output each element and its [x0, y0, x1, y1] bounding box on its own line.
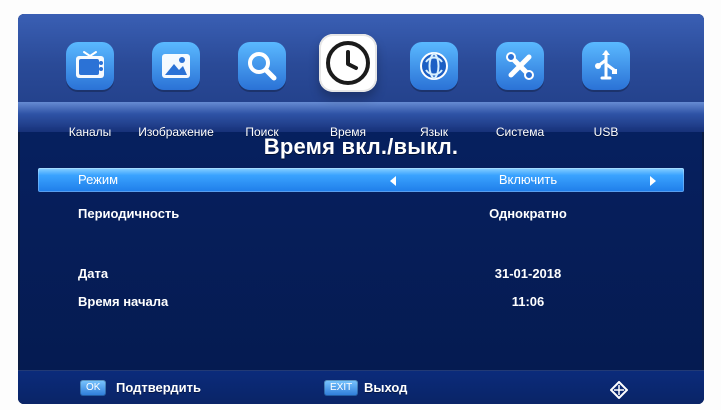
tv-screen: Каналы Изображение Поиск Время Язык Сист…	[18, 14, 704, 404]
main-menu-tabs: Каналы Изображение Поиск Время Язык Сист…	[46, 32, 686, 139]
settings-list: Режим Включить Периодичность Однократно …	[38, 168, 684, 358]
setting-row-mode[interactable]: Режим Включить	[38, 168, 684, 192]
setting-row-start-time[interactable]: Время начала 11:06	[38, 290, 684, 314]
image-icon	[152, 42, 200, 90]
page-title: Время вкл./выкл.	[263, 134, 459, 159]
setting-key: Режим	[78, 172, 119, 187]
navigation-diamond-icon	[609, 380, 629, 400]
exit-key-badge: EXIT	[324, 380, 359, 396]
left-arrow-icon[interactable]	[390, 176, 396, 186]
setting-key: Периодичность	[78, 206, 180, 221]
tab-language[interactable]: Язык	[390, 32, 478, 139]
tab-picture[interactable]: Изображение	[132, 32, 220, 139]
usb-icon	[582, 42, 630, 90]
setting-value: 31-01-2018	[494, 266, 562, 281]
tab-channels[interactable]: Каналы	[46, 32, 134, 139]
tools-icon	[496, 42, 544, 90]
tab-search[interactable]: Поиск	[218, 32, 306, 139]
footer-ok-label: Подтвердить	[116, 380, 202, 395]
setting-row-repeat[interactable]: Периодичность Однократно	[38, 202, 684, 226]
setting-value: Включить	[498, 172, 558, 187]
tv-frame: Каналы Изображение Поиск Время Язык Сист…	[0, 0, 721, 410]
footer-bar: OK Подтвердить EXIT Выход	[18, 370, 704, 404]
tab-usb[interactable]: USB	[562, 32, 650, 139]
globe-icon	[410, 42, 458, 90]
tab-system[interactable]: Система	[476, 32, 564, 139]
setting-value: Однократно	[489, 206, 567, 221]
setting-value: 11:06	[511, 294, 545, 309]
footer-exit-label: Выход	[364, 380, 408, 395]
clock-icon	[319, 34, 377, 92]
ok-key-badge: OK	[80, 380, 107, 396]
tv-icon	[66, 42, 114, 90]
setting-row-date[interactable]: Дата 31-01-2018	[38, 262, 684, 286]
right-arrow-icon[interactable]	[650, 176, 656, 186]
search-icon	[238, 42, 286, 90]
setting-key: Дата	[78, 266, 109, 281]
tab-time[interactable]: Время	[304, 32, 392, 139]
setting-key: Время начала	[78, 294, 169, 309]
